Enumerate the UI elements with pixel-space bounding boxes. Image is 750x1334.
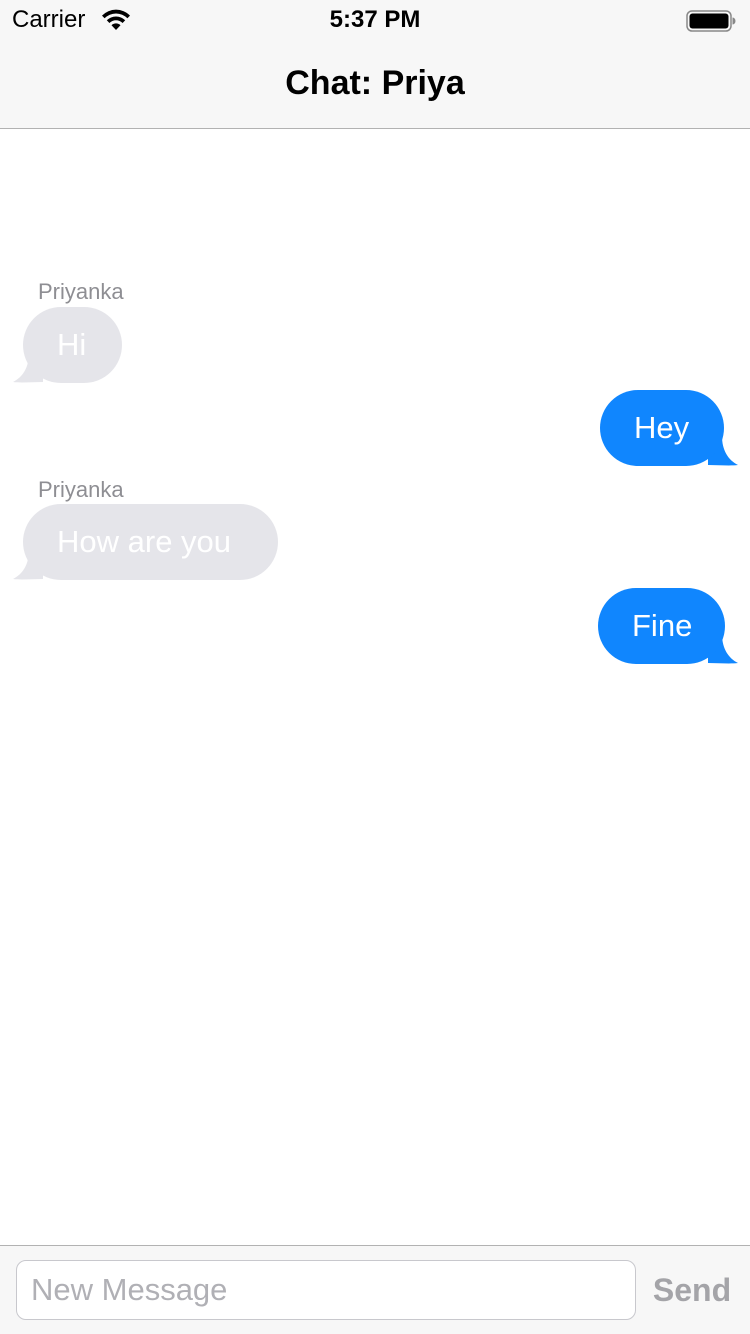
message-bubble-outgoing[interactable]: Hey — [600, 390, 724, 466]
chat-screen: Carrier 5:37 PM Chat: Priya Priyanka Hi — [0, 0, 750, 1334]
status-bar: Carrier 5:37 PM — [0, 0, 750, 40]
message-bubble-incoming[interactable]: How are you — [23, 504, 278, 580]
navigation-bar: Chat: Priya — [0, 40, 750, 129]
send-button[interactable]: Send — [640, 1260, 744, 1320]
input-toolbar: Send — [0, 1245, 750, 1334]
sender-name: Priyanka — [38, 477, 124, 502]
message-text: How are you — [57, 524, 232, 559]
status-time: 5:37 PM — [329, 6, 421, 33]
message-bubble-incoming[interactable]: Hi — [23, 307, 122, 383]
message-input[interactable] — [16, 1260, 636, 1320]
message-text: Hey — [634, 410, 690, 445]
message-bubble-outgoing[interactable]: Fine — [598, 588, 725, 664]
page-title: Chat: Priya — [285, 64, 465, 102]
message-list[interactable]: Priyanka Hi Hey Priyanka How are you Fin… — [0, 129, 750, 1245]
message-text: Hi — [57, 327, 87, 362]
message-text: Fine — [632, 608, 693, 643]
sender-name: Priyanka — [38, 279, 124, 304]
battery-full-icon — [686, 10, 736, 32]
